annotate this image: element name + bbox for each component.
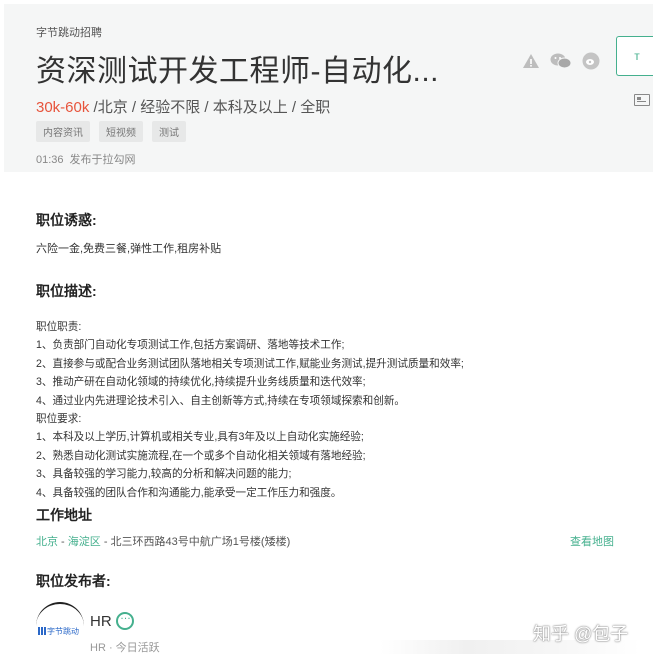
description-line: 2、直接参与或配合业务测试团队落地相关专项测试工作,赋能业务测试,提升测试质量和… <box>36 357 464 370</box>
company-logo: 字节跳动 <box>38 626 79 637</box>
avatar[interactable]: 字节跳动 <box>36 602 84 650</box>
publisher-status: HR · 今日活跃 <box>90 642 160 654</box>
description-line: 1、负责部门自动化专项测试工作,包括方案调研、落地等技术工作; <box>36 339 345 352</box>
description-line: 4、通过业内先进理论技术引入、自主创新等方式,持续在专项领域探索和创新。 <box>36 394 406 407</box>
publish-info: 01:36 发布于拉勾网 <box>36 151 142 167</box>
share-icons <box>522 52 600 70</box>
address-detail: - 北三环西路43号中航广场1号楼(矮楼) <box>100 536 291 548</box>
apply-button[interactable]: т <box>616 36 653 76</box>
description-line: 1、本科及以上学历,计算机或相关专业,具有3年及以上自动化实施经验; <box>36 431 364 444</box>
address-city[interactable]: 北京 <box>36 536 58 548</box>
job-tags: 内容资讯 短视频 测试 <box>36 121 186 142</box>
tag[interactable]: 测试 <box>152 121 186 142</box>
publish-time: 01:36 <box>36 154 64 166</box>
description-line: 职位要求: <box>36 412 82 425</box>
job-title: 资深测试开发工程师-自动化... <box>36 55 439 88</box>
view-map-link[interactable]: 查看地图 <box>570 533 614 549</box>
warning-icon[interactable] <box>522 52 540 70</box>
description-line: 2、熟悉自动化测试实施流程,在一个或多个自动化相关领域有落地经验; <box>36 449 366 462</box>
address-separator: - <box>58 536 68 548</box>
work-address: 北京 - 海淀区 - 北三环西路43号中航广场1号楼(矮楼) <box>36 533 290 549</box>
tag[interactable]: 短视频 <box>99 121 143 142</box>
job-meta: /北京 / 经验不限 / 本科及以上 / 全职 <box>89 99 331 116</box>
chat-icon[interactable] <box>116 610 134 630</box>
description-title: 职位描述: <box>36 283 97 299</box>
salary: 30k-60k <box>36 99 90 116</box>
avatar-logo-text: 字节跳动 <box>47 627 79 636</box>
publish-source: 发布于拉勾网 <box>69 154 136 166</box>
publisher-name[interactable]: HR <box>90 613 112 630</box>
description-line: 3、具备较强的学习能力,较高的分析和解决问题的能力; <box>36 468 292 481</box>
description-list: 职位职责: 1、负责部门自动化专项测试工作,包括方案调研、落地等技术工作; 2、… <box>36 318 464 502</box>
address-title: 工作地址 <box>36 507 92 523</box>
description-line: 职位职责: <box>36 321 82 333</box>
resume-icon[interactable] <box>634 94 650 106</box>
job-header: 字节跳动招聘 资深测试开发工程师-自动化... 30k-60k /北京 / 经验… <box>4 4 653 172</box>
company-name[interactable]: 字节跳动招聘 <box>36 24 102 40</box>
description-line: 3、推动产研在自动化领域的持续优化,持续提升业务线质量和迭代效率; <box>36 376 366 389</box>
weibo-icon[interactable] <box>582 52 600 70</box>
tag[interactable]: 内容资讯 <box>36 121 90 142</box>
wechat-icon[interactable] <box>550 52 572 70</box>
watermark: 知乎 @包子 <box>533 624 629 644</box>
publisher-title: 职位发布者: <box>36 573 111 589</box>
perks-text: 六险一金,免费三餐,弹性工作,租房补贴 <box>36 243 222 255</box>
description-line: 4、具备较强的团队合作和沟通能力,能承受一定工作压力和强度。 <box>36 486 342 499</box>
address-district[interactable]: 海淀区 <box>68 536 101 548</box>
job-summary: 30k-60k /北京 / 经验不限 / 本科及以上 / 全职 <box>36 96 330 117</box>
perks-title: 职位诱惑: <box>36 212 97 228</box>
